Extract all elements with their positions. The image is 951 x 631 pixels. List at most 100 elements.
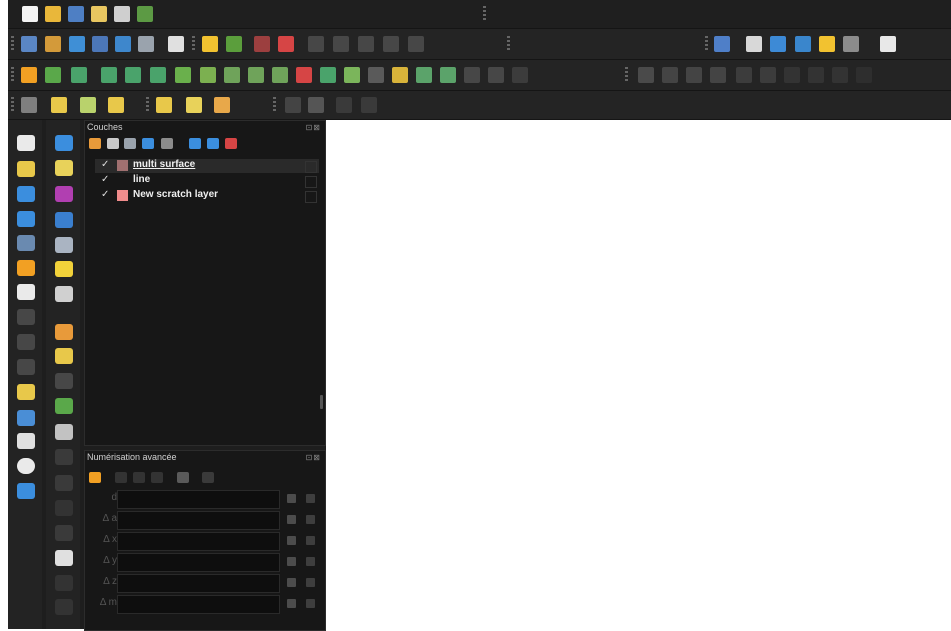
lock-icon[interactable] xyxy=(287,515,296,524)
split-parts-icon[interactable] xyxy=(392,67,408,83)
save-as-icon[interactable] xyxy=(91,6,107,22)
refresh-icon[interactable] xyxy=(17,483,35,499)
zoom-full-icon[interactable] xyxy=(17,235,35,251)
editing-indicator-icon[interactable] xyxy=(305,161,317,173)
simplify-feature-icon[interactable] xyxy=(150,67,166,83)
invert-selection-icon[interactable] xyxy=(795,36,811,52)
repeat-lock-icon[interactable] xyxy=(306,536,315,545)
angle-input[interactable] xyxy=(117,511,280,530)
move-feature-icon[interactable] xyxy=(71,67,87,83)
open-field-calculator-icon[interactable] xyxy=(186,97,202,113)
toggle-editing-icon[interactable] xyxy=(55,324,73,340)
add-spatialite-icon[interactable] xyxy=(92,36,108,52)
enable-digitizing-icon[interactable] xyxy=(89,472,101,483)
identify-icon[interactable] xyxy=(55,135,73,151)
open-attribute-table-icon[interactable] xyxy=(156,97,172,113)
x-input[interactable] xyxy=(117,532,280,551)
repeat-lock-icon[interactable] xyxy=(306,557,315,566)
layer-visibility-checkbox[interactable]: ✓ xyxy=(101,159,109,170)
add-group-icon[interactable] xyxy=(107,138,119,149)
editing-indicator-icon[interactable] xyxy=(305,176,317,188)
pan-to-selection-icon[interactable] xyxy=(17,161,35,177)
split-features-icon[interactable] xyxy=(368,67,384,83)
show-bookmarks-icon[interactable] xyxy=(17,410,35,426)
add-virtual-layer-icon[interactable] xyxy=(168,36,184,52)
distance-input[interactable] xyxy=(117,490,280,509)
open-layer-styling-icon[interactable] xyxy=(89,138,101,149)
field-calculator-icon[interactable] xyxy=(55,212,73,228)
polygon-symbol-icon[interactable] xyxy=(117,190,128,201)
edit-pencil-icon[interactable] xyxy=(55,348,73,364)
y-input[interactable] xyxy=(117,553,280,572)
layer-name[interactable]: New scratch layer xyxy=(133,189,218,200)
reshape-icon[interactable] xyxy=(296,67,312,83)
panel-window-buttons[interactable]: ⊡⊠ xyxy=(306,123,321,132)
measure-icon[interactable] xyxy=(55,237,73,253)
paste-icon[interactable] xyxy=(55,550,73,566)
zoom-out-icon[interactable] xyxy=(17,211,35,227)
statistics-icon[interactable] xyxy=(55,186,73,202)
layer-visibility-checkbox[interactable]: ✓ xyxy=(101,189,109,200)
zoom-to-layer-icon[interactable] xyxy=(17,260,35,276)
pan-icon[interactable] xyxy=(17,135,35,151)
layer-item[interactable]: ✓ line xyxy=(95,174,319,188)
copy-move-feature-icon[interactable] xyxy=(101,67,117,83)
style-manager-icon[interactable] xyxy=(137,6,153,22)
layer-item[interactable]: ✓ multi surface xyxy=(95,159,319,173)
pin-labels-icon[interactable] xyxy=(226,36,242,52)
layer-name[interactable]: multi surface xyxy=(133,159,195,170)
new-bookmark-icon[interactable] xyxy=(17,384,35,400)
show-hide-labels-icon[interactable] xyxy=(254,36,270,52)
label-tool-icon[interactable] xyxy=(202,36,218,52)
remove-layer-icon[interactable] xyxy=(225,138,237,149)
m-input[interactable] xyxy=(117,595,280,614)
select-by-polygon-icon[interactable] xyxy=(51,97,67,113)
vertex-tool-icon[interactable] xyxy=(55,424,73,440)
new-project-icon[interactable] xyxy=(22,6,38,22)
add-raster-layer-icon[interactable] xyxy=(45,36,61,52)
lock-icon[interactable] xyxy=(287,557,296,566)
select-by-radius-icon[interactable] xyxy=(108,97,124,113)
layer-item[interactable]: ✓ New scratch layer xyxy=(95,189,319,203)
toolbar-grip[interactable] xyxy=(11,36,14,52)
repeat-lock-icon[interactable] xyxy=(306,494,315,503)
toolbar-grip[interactable] xyxy=(11,97,14,113)
merge-features-icon[interactable] xyxy=(416,67,432,83)
polygon-icon[interactable] xyxy=(45,67,61,83)
lock-icon[interactable] xyxy=(287,599,296,608)
text-tool-icon[interactable] xyxy=(880,36,896,52)
settings-icon[interactable] xyxy=(177,472,189,483)
add-vector-layer-icon[interactable] xyxy=(21,36,37,52)
zoom-to-selection-icon[interactable] xyxy=(17,284,35,300)
delete-ring-icon[interactable] xyxy=(248,67,264,83)
print-layout-icon[interactable] xyxy=(114,6,130,22)
toolbar-grip[interactable] xyxy=(146,97,149,113)
select-all-icon[interactable] xyxy=(770,36,786,52)
map-tips-icon[interactable] xyxy=(55,261,73,277)
zoom-in-icon[interactable] xyxy=(17,186,35,202)
layer-name[interactable]: line xyxy=(133,174,150,185)
statistical-summary-icon[interactable] xyxy=(214,97,230,113)
layer-visibility-checkbox[interactable]: ✓ xyxy=(101,174,109,185)
filter-legend-icon[interactable] xyxy=(142,138,154,149)
favourite-icon[interactable] xyxy=(819,36,835,52)
add-feature-icon[interactable] xyxy=(55,398,73,414)
z-input[interactable] xyxy=(117,574,280,593)
collapse-all-icon[interactable] xyxy=(207,138,219,149)
map-canvas[interactable] xyxy=(326,120,951,629)
toolbar-grip[interactable] xyxy=(11,67,14,83)
attribute-table-icon[interactable] xyxy=(55,160,73,176)
save-project-icon[interactable] xyxy=(68,6,84,22)
panel-window-buttons[interactable]: ⊡⊠ xyxy=(306,453,321,462)
add-part-icon[interactable] xyxy=(200,67,216,83)
toolbar-grip[interactable] xyxy=(273,97,276,113)
add-wms-layer-icon[interactable] xyxy=(115,36,131,52)
add-wfs-layer-icon[interactable] xyxy=(138,36,154,52)
current-edits-icon[interactable] xyxy=(21,67,37,83)
clock-icon[interactable] xyxy=(17,458,35,474)
deselect-icon[interactable] xyxy=(843,36,859,52)
reverse-line-icon[interactable] xyxy=(344,67,360,83)
lock-icon[interactable] xyxy=(287,578,296,587)
move-label-icon[interactable] xyxy=(278,36,294,52)
repeat-lock-icon[interactable] xyxy=(306,515,315,524)
